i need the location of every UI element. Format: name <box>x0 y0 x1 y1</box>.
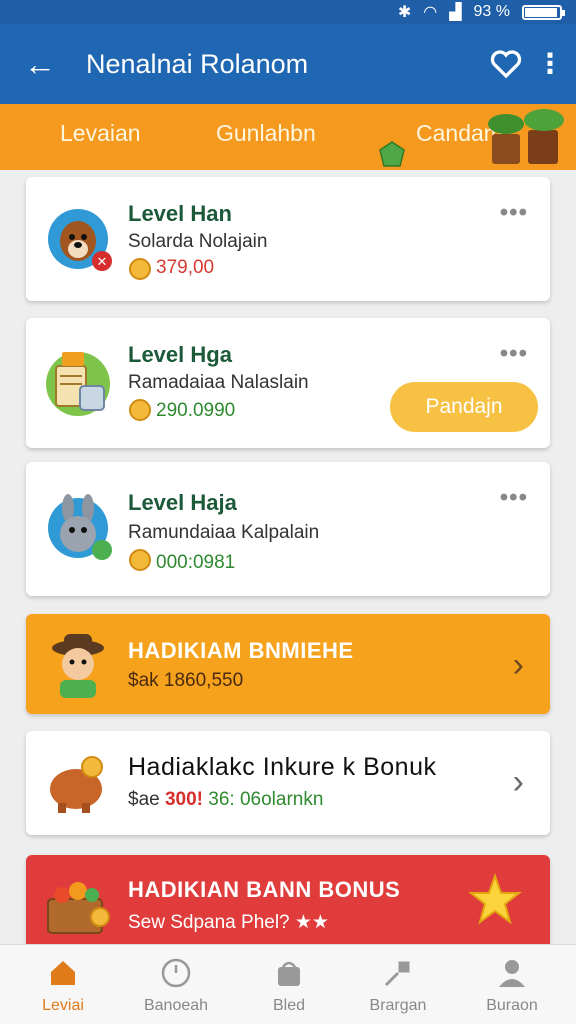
banner-title: HADIKIAN BANN BONUS <box>128 877 401 902</box>
heart-icon[interactable] <box>488 46 524 82</box>
battery-percent: 93 % <box>473 3 510 20</box>
nav-item-home[interactable]: Leviai <box>8 953 118 1015</box>
nav-item-bag[interactable]: Bled <box>234 953 344 1015</box>
more-horiz-icon[interactable]: ••• <box>500 340 528 368</box>
level-card[interactable]: Level Hga Ramadaiaa Nalaslain 290.0990 •… <box>26 318 550 448</box>
tab-gunlahbn[interactable]: Gunlahbn <box>216 120 316 147</box>
coin-icon <box>129 399 151 421</box>
rabbit-avatar <box>48 494 112 560</box>
chevron-right-icon: › <box>512 646 524 684</box>
bottom-nav: Leviai Banoeah Bled Brargan Buraon <box>0 944 576 1024</box>
chevron-right-icon: › <box>512 763 524 801</box>
card-title: Level Han <box>128 201 232 226</box>
nav-label: Banoeah <box>143 997 209 1014</box>
status-icons: ✱ ◠ ▟ 93 % <box>397 2 565 22</box>
cowboy-avatar <box>52 634 104 698</box>
wifi-icon: ◠ <box>423 4 438 21</box>
coin-icon <box>129 258 151 280</box>
more-vert-icon[interactable]: ⋮ <box>534 46 566 82</box>
nav-item-profile[interactable]: Buraon <box>457 953 567 1015</box>
app-bar: ← Nenalnai Rolanom ⋮ <box>0 24 576 104</box>
tools-icon <box>384 961 410 987</box>
banner-sub-highlight: 300! <box>164 789 204 810</box>
banner-sub-prefix: $ae <box>128 789 165 810</box>
bonus-banner[interactable]: Hadiaklakc Inkure k Bonuk $ae 300! 36: 0… <box>26 731 550 835</box>
nav-label: Bled <box>272 997 306 1014</box>
status-bar: ✱ ◠ ▟ 93 % <box>0 0 576 24</box>
svg-text:✕: ✕ <box>97 255 108 270</box>
more-horiz-icon[interactable]: ••• <box>500 484 528 512</box>
banner-sub-value: 36: 06olarnkn <box>203 789 324 810</box>
treasure-basket-icon <box>47 882 110 934</box>
card-title: Level Hga <box>128 342 232 367</box>
tab-strip: Levaian Gunlahbn Candam <box>0 104 576 170</box>
coin-icon <box>129 549 151 571</box>
card-value: 000:0981 <box>156 552 236 573</box>
signal-icon: ▟ <box>449 4 462 21</box>
nav-label: Leviai <box>42 997 84 1014</box>
bonus-banner[interactable]: HADIKIAN BANN BONUS Sew Sdpana Phel? ★★ <box>26 855 550 955</box>
banner-subtitle: Sew Sdpana Phel? ★★ <box>128 912 329 933</box>
card-subtitle: Solarda Nolajain <box>128 231 268 252</box>
nav-label: Buraon <box>486 997 538 1014</box>
dog-avatar: ✕ <box>48 209 112 271</box>
battery-level-fill <box>525 7 557 17</box>
more-horiz-icon[interactable]: ••• <box>500 199 528 227</box>
clock-icon <box>161 958 191 988</box>
level-card[interactable]: Level Haja Ramundaiaa Kalpalain 000:0981… <box>26 462 550 596</box>
bag-icon <box>278 961 300 986</box>
tab-levaian[interactable]: Levaian <box>60 120 141 147</box>
level-card[interactable]: ✕ Level Han Solarda Nolajain 379,00 ••• <box>26 177 550 301</box>
star-icon <box>468 873 522 925</box>
action-button[interactable]: Pandajn <box>390 382 538 432</box>
bluetooth-icon: ✱ <box>397 4 412 21</box>
card-value: 379,00 <box>156 257 215 278</box>
battery-icon <box>522 4 565 20</box>
document-stack-avatar <box>46 352 110 416</box>
card-value: 290.0990 <box>156 400 236 421</box>
home-icon <box>51 961 75 985</box>
piggy-bank-icon <box>50 756 103 813</box>
green-gem-icon <box>379 141 405 167</box>
card-subtitle: Ramundaiaa Kalpalain <box>128 522 320 543</box>
banner-subtitle: $ae 300! 36: 06olarnkn <box>128 789 323 811</box>
card-subtitle: Ramadaiaa Nalaslain <box>128 372 309 393</box>
person-icon <box>499 960 525 987</box>
nav-item-tools[interactable]: Brargan <box>343 953 453 1015</box>
card-title: Level Haja <box>128 490 237 515</box>
banner-subtitle: $ak 1860,550 <box>128 670 244 691</box>
page-title: Nenalnai Rolanom <box>86 49 309 79</box>
nav-item-clock[interactable]: Banoeah <box>121 953 231 1015</box>
nav-label: Brargan <box>369 997 427 1014</box>
banner-title: HADIKIAM BNMIEHE <box>128 638 354 663</box>
back-arrow-icon[interactable]: ← <box>20 44 60 84</box>
potted-plant-icon <box>488 109 564 164</box>
bonus-banner[interactable]: HADIKIAM BNMIEHE $ak 1860,550 › <box>26 614 550 714</box>
banner-title: Hadiaklakc Inkure k Bonuk <box>128 753 437 781</box>
